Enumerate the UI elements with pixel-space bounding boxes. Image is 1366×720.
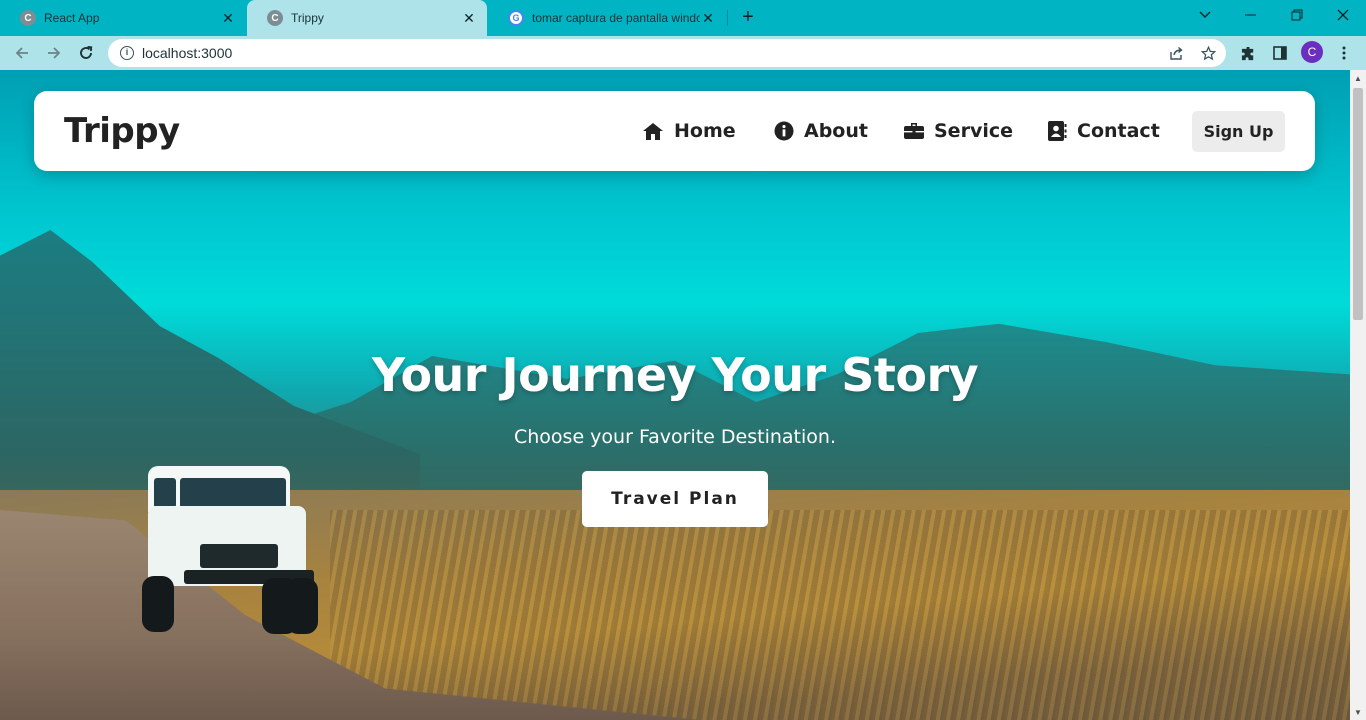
arrow-left-icon xyxy=(15,47,28,59)
jeep-image xyxy=(140,466,320,634)
scroll-up-arrow-icon[interactable]: ▲ xyxy=(1350,70,1366,86)
hero-title: Your Journey Your Story xyxy=(371,348,979,402)
new-tab-button[interactable]: + xyxy=(736,6,760,30)
briefcase-icon xyxy=(904,122,924,140)
arrow-right-icon xyxy=(48,47,61,59)
nav-home[interactable]: Home xyxy=(642,118,736,144)
side-panel-icon[interactable] xyxy=(1266,39,1294,67)
nav-label: Home xyxy=(674,120,736,142)
hero-background-grass xyxy=(330,510,1350,720)
forward-button[interactable] xyxy=(40,39,68,67)
info-circle-icon xyxy=(774,121,794,141)
restore-icon[interactable] xyxy=(1274,0,1320,30)
nav-contact[interactable]: Contact xyxy=(1048,118,1160,144)
tab-divider xyxy=(727,10,728,26)
minimize-icon[interactable] xyxy=(1228,0,1274,30)
site-info-icon[interactable]: i xyxy=(120,46,134,60)
reload-icon xyxy=(80,46,93,59)
house-icon xyxy=(642,122,664,141)
browser-toolbar: i localhost:3000 xyxy=(0,36,1366,70)
sign-up-button[interactable]: Sign Up xyxy=(1192,111,1285,152)
close-window-icon[interactable] xyxy=(1320,0,1366,30)
nav-about[interactable]: About xyxy=(774,118,868,144)
address-url: localhost:3000 xyxy=(142,45,233,61)
back-button[interactable] xyxy=(8,39,36,67)
close-icon[interactable]: ✕ xyxy=(220,10,236,27)
chromium-icon: C xyxy=(267,10,283,26)
tab-react-app[interactable]: C React App ✕ xyxy=(0,0,246,36)
reload-button[interactable] xyxy=(72,39,100,67)
tab-title: Trippy xyxy=(291,11,324,25)
scrollbar-thumb[interactable] xyxy=(1353,88,1363,320)
nav-label: Contact xyxy=(1077,120,1160,142)
tab-search-icon[interactable] xyxy=(1182,0,1228,30)
kebab-menu-icon[interactable] xyxy=(1330,39,1358,67)
nav-label: About xyxy=(804,120,868,142)
site-navbar: Trippy Home About Service Contact Sign U… xyxy=(34,91,1315,171)
star-icon[interactable] xyxy=(1194,39,1222,67)
address-book-icon xyxy=(1048,121,1067,141)
extensions-icon[interactable] xyxy=(1234,39,1262,67)
tab-trippy[interactable]: C Trippy ✕ xyxy=(247,0,487,36)
close-icon[interactable]: ✕ xyxy=(461,10,477,27)
nav-label: Service xyxy=(934,120,1013,142)
page-viewport: Trippy Home About Service Contact Sign U… xyxy=(0,70,1350,720)
close-icon[interactable]: ✕ xyxy=(700,10,716,27)
tab-title: React App xyxy=(44,11,100,25)
google-icon: G xyxy=(508,10,524,26)
tab-strip: C React App ✕ C Trippy ✕ G tomar captura… xyxy=(0,0,1366,36)
share-icon[interactable] xyxy=(1162,39,1190,67)
tab-title: tomar captura de pantalla windo xyxy=(532,11,700,25)
address-bar[interactable]: i localhost:3000 xyxy=(108,39,1226,67)
hero-subtitle: Choose your Favorite Destination. xyxy=(514,426,836,448)
site-logo[interactable]: Trippy xyxy=(64,111,180,151)
chromium-icon: C xyxy=(20,10,36,26)
tab-google-search[interactable]: G tomar captura de pantalla windo ✕ xyxy=(488,0,726,36)
nav-service[interactable]: Service xyxy=(904,118,1013,144)
profile-avatar[interactable]: C xyxy=(1301,41,1323,63)
travel-plan-button[interactable]: Travel Plan xyxy=(582,471,768,527)
scroll-down-arrow-icon[interactable]: ▼ xyxy=(1350,704,1366,720)
page-scrollbar[interactable]: ▲ ▼ xyxy=(1350,70,1366,720)
